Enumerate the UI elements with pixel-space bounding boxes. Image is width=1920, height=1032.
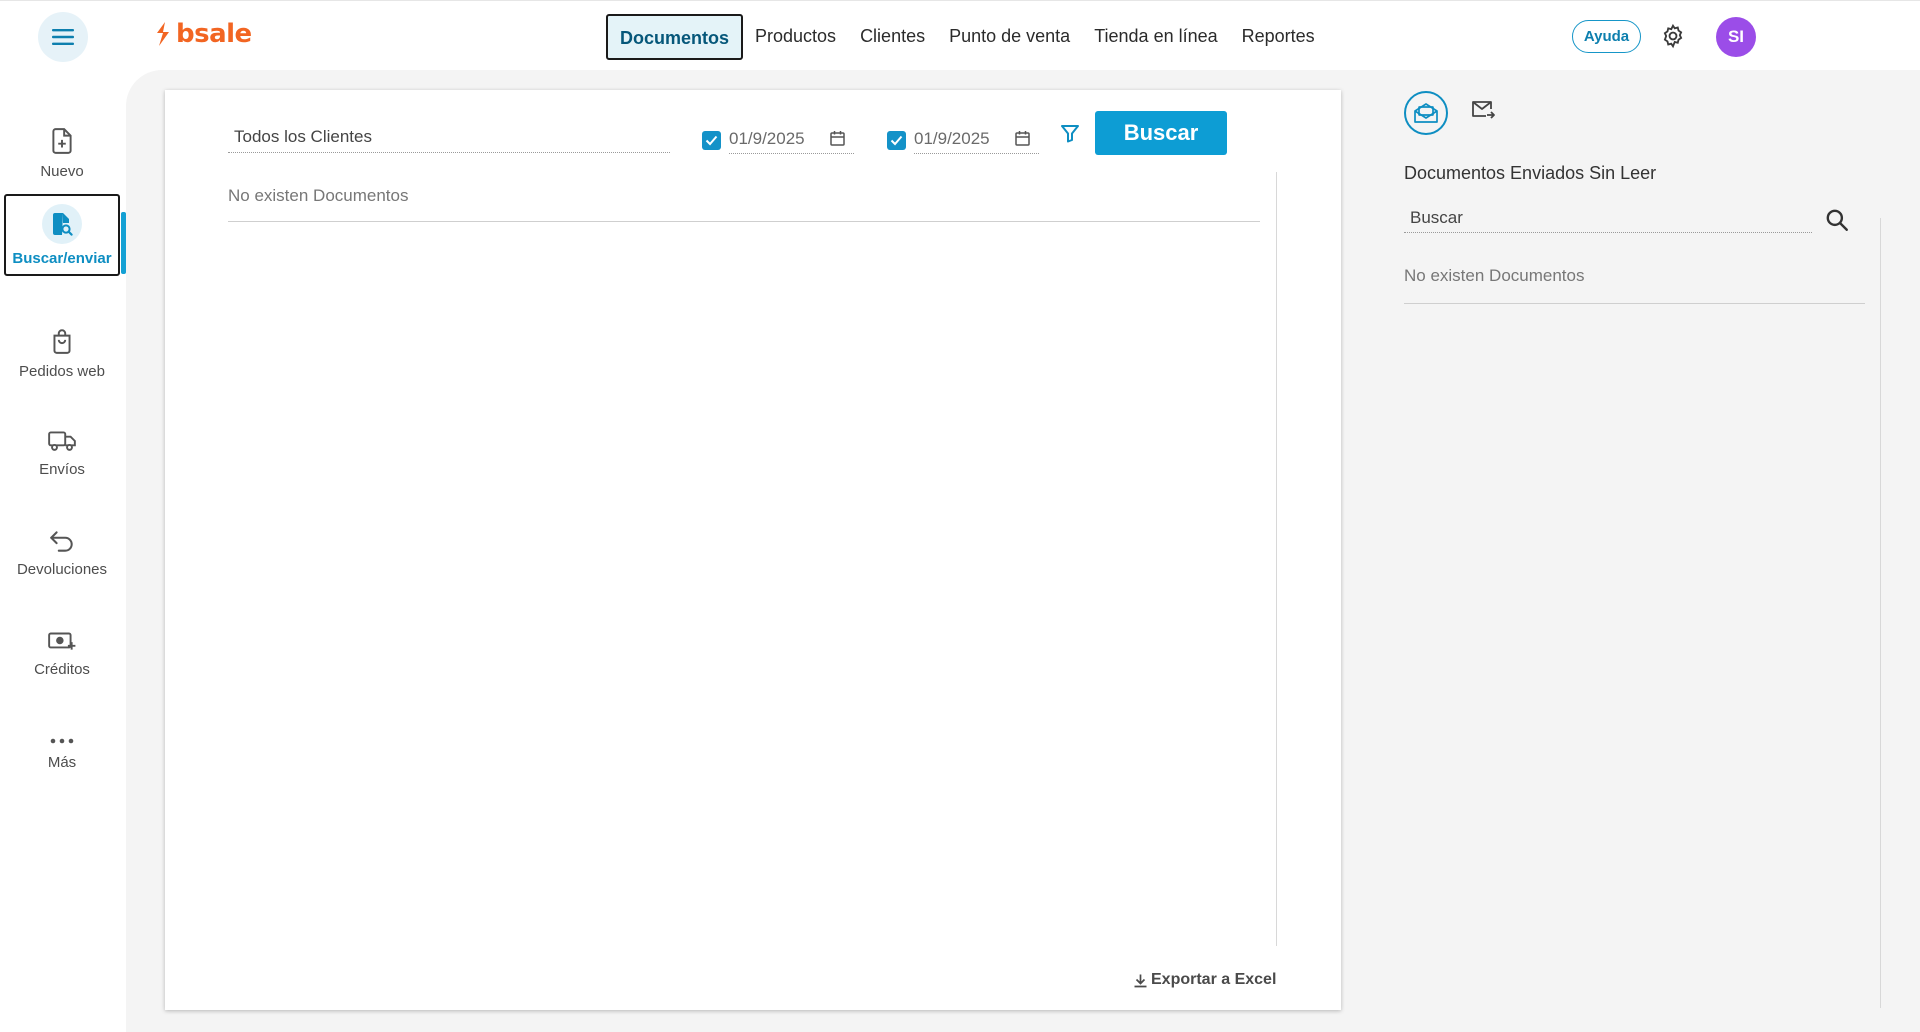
date-from-group: 01/9/2025: [702, 126, 854, 154]
date-to-input[interactable]: 01/9/2025: [914, 126, 1039, 154]
open-mail-icon: [1414, 103, 1438, 123]
sidebar-item-devoluciones[interactable]: Devoluciones: [4, 512, 120, 594]
brand-name: bsale: [176, 19, 252, 49]
search-icon: [1826, 209, 1848, 231]
user-avatar[interactable]: SI: [1716, 17, 1756, 57]
date-from-input[interactable]: 01/9/2025: [729, 126, 854, 154]
unread-search-input[interactable]: Buscar: [1404, 205, 1812, 233]
calendar-icon[interactable]: [1014, 130, 1031, 147]
sidebar-item-label: Nuevo: [40, 162, 84, 180]
shopping-bag-icon: [53, 328, 71, 354]
date-to-group: 01/9/2025: [887, 126, 1039, 154]
top-header: bsale Documentos Productos Clientes Punt…: [0, 0, 1920, 70]
search-button[interactable]: Buscar: [1095, 111, 1227, 155]
check-icon: [705, 135, 718, 145]
search-document-icon-bg: [42, 203, 82, 244]
sidebar-item-label: Devoluciones: [16, 560, 108, 578]
sidebar-item-label: Buscar/enviar: [12, 249, 112, 267]
nav-productos[interactable]: Productos: [743, 14, 848, 60]
tab-send-documents[interactable]: [1470, 99, 1496, 126]
sidebar: Nuevo Buscar/enviar Pedidos web Envíos D…: [0, 70, 126, 1032]
sidebar-item-label: Créditos: [34, 660, 90, 678]
sidebar-item-label: Envíos: [39, 460, 85, 478]
tab-unread-documents[interactable]: [1404, 91, 1448, 135]
documents-search-card: Todos los Clientes 01/9/2025 01/9/2025 B…: [165, 90, 1341, 1010]
sidebar-item-buscar-enviar[interactable]: Buscar/enviar: [4, 194, 120, 276]
card-divider: [1276, 172, 1277, 946]
sidebar-item-creditos[interactable]: Créditos: [4, 612, 120, 694]
export-excel-link[interactable]: Exportar a Excel: [1133, 971, 1276, 989]
hamburger-icon: [52, 29, 74, 45]
send-mail-icon: [1472, 101, 1495, 119]
gear-icon: [1663, 23, 1683, 49]
right-panel-scroll-divider: [1880, 218, 1881, 1008]
sidebar-item-pedidos-web[interactable]: Pedidos web: [4, 312, 120, 394]
search-document-icon: [53, 212, 73, 236]
download-icon: [1134, 974, 1147, 987]
nav-tienda-en-linea[interactable]: Tienda en línea: [1082, 14, 1229, 60]
more-dots-icon: [50, 738, 74, 743]
unread-empty-message: No existen Documentos: [1404, 266, 1865, 304]
sidebar-item-label: Más: [47, 753, 77, 771]
nav-reportes[interactable]: Reportes: [1230, 14, 1327, 60]
main-nav: Documentos Productos Clientes Punto de v…: [606, 14, 1327, 60]
settings-button[interactable]: [1660, 23, 1686, 54]
new-document-icon: [52, 127, 72, 154]
search-button-icon[interactable]: [1824, 207, 1850, 238]
sidebar-active-indicator: [121, 212, 126, 274]
date-from-value: 01/9/2025: [729, 129, 805, 148]
sidebar-item-label: Pedidos web: [19, 362, 105, 380]
filter-icon: [1061, 125, 1079, 143]
client-filter-field[interactable]: Todos los Clientes: [228, 123, 670, 153]
return-arrow-icon: [50, 530, 73, 552]
help-button[interactable]: Ayuda: [1572, 20, 1641, 53]
date-to-checkbox[interactable]: [887, 130, 906, 150]
truck-icon: [48, 430, 76, 451]
sidebar-item-nuevo[interactable]: Nuevo: [4, 112, 120, 194]
bsale-logo-icon: [157, 22, 169, 46]
advanced-filter-button[interactable]: [1060, 123, 1080, 148]
unread-documents-title: Documentos Enviados Sin Leer: [1404, 163, 1657, 183]
calendar-icon[interactable]: [829, 130, 846, 147]
money-credit-icon: [48, 632, 76, 650]
bsale-logo[interactable]: bsale: [154, 19, 252, 49]
sidebar-item-mas[interactable]: Más: [4, 712, 120, 794]
export-excel-label: Exportar a Excel: [1151, 971, 1277, 988]
nav-punto-de-venta[interactable]: Punto de venta: [937, 14, 1082, 60]
sidebar-item-envios[interactable]: Envíos: [4, 412, 120, 494]
nav-clientes[interactable]: Clientes: [848, 14, 937, 60]
hamburger-menu-button[interactable]: [38, 12, 88, 62]
check-icon: [890, 135, 903, 145]
nav-documentos[interactable]: Documentos: [606, 14, 744, 60]
documents-empty-message: No existen Documentos: [228, 186, 1260, 222]
date-to-value: 01/9/2025: [914, 129, 990, 148]
date-from-checkbox[interactable]: [702, 130, 721, 150]
